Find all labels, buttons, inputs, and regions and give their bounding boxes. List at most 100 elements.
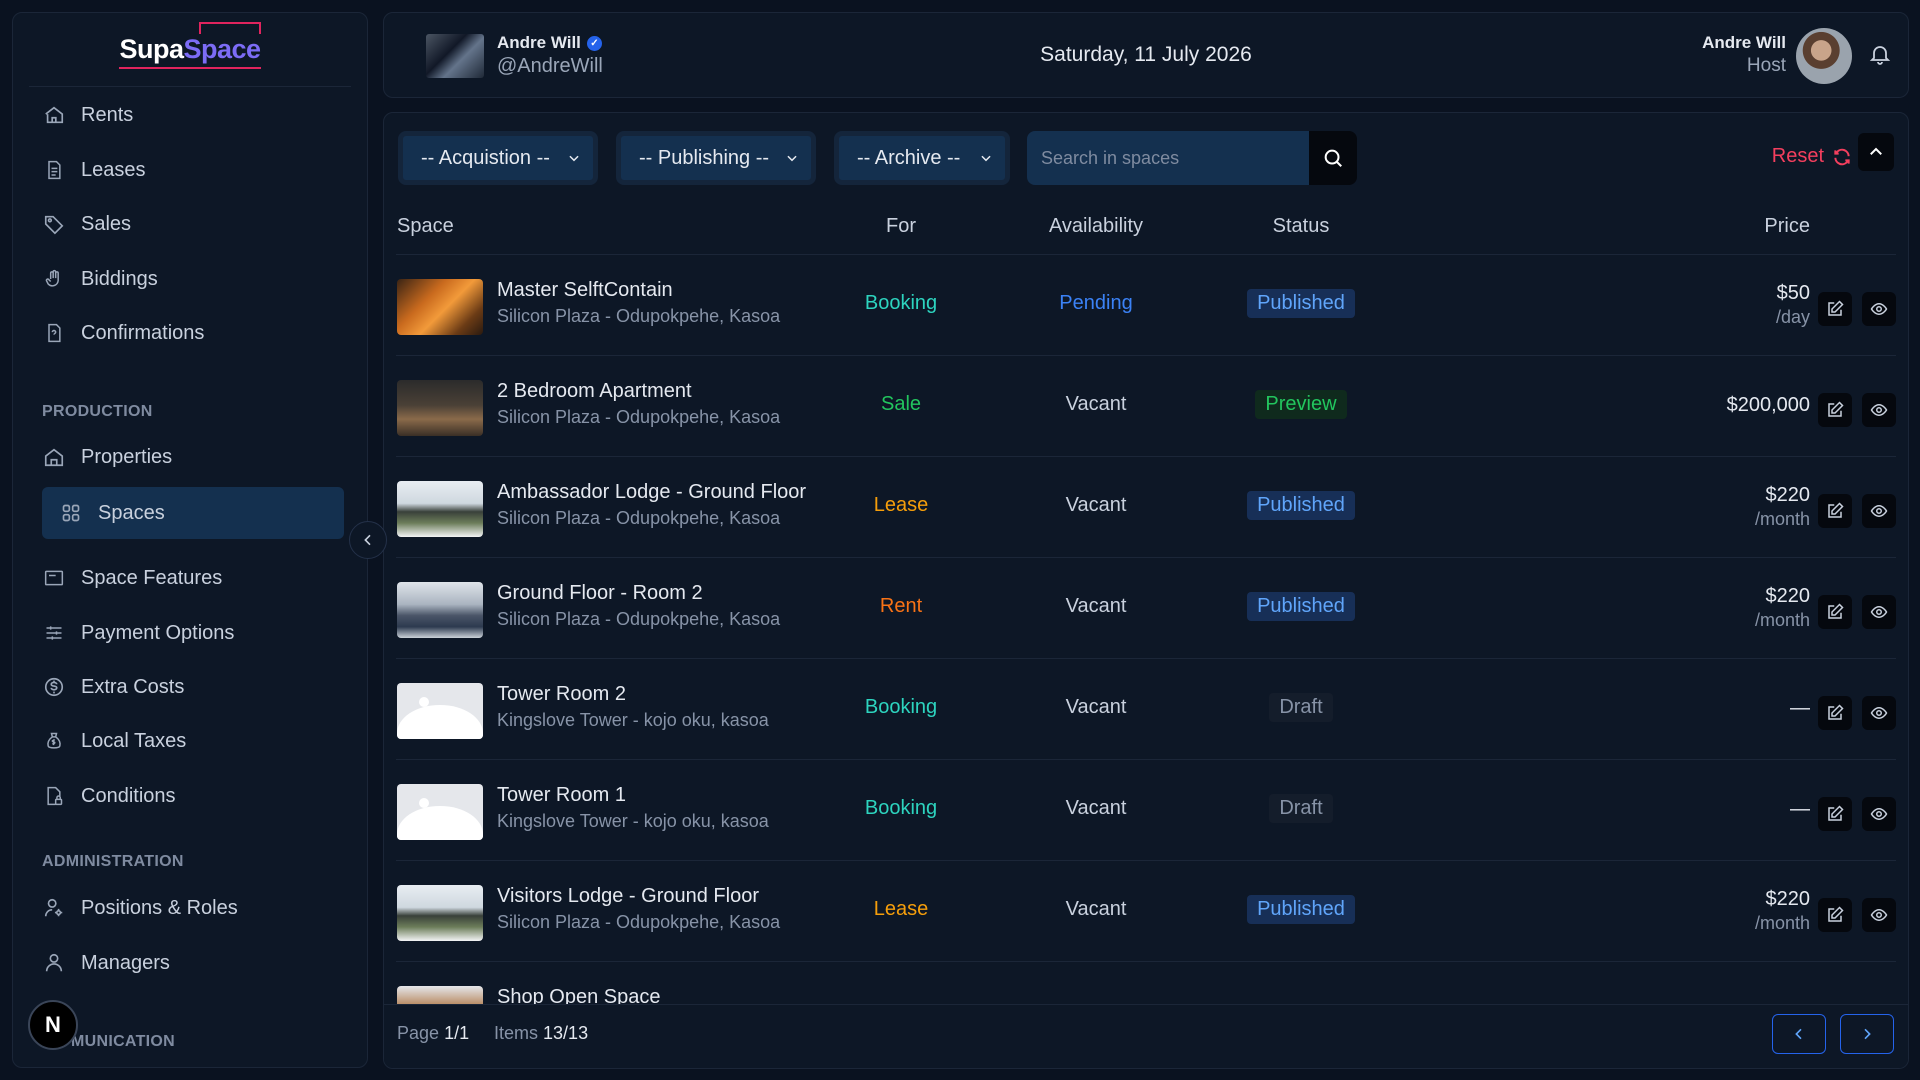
edit-button[interactable]	[1818, 797, 1852, 831]
eye-icon	[1870, 504, 1888, 518]
brand-part1: Supa	[119, 34, 184, 64]
publishing-filter-select[interactable]: -- Publishing --	[616, 131, 816, 185]
sidebar-item-label: Sales	[81, 212, 132, 235]
chevron-right-icon	[1864, 1028, 1871, 1040]
sidebar-item-extra-costs[interactable]: Extra Costs	[41, 667, 341, 707]
space-title: Master SelftContain	[497, 279, 673, 301]
prev-page-button[interactable]	[1772, 1014, 1826, 1054]
section-label-administration: ADMINISTRATION	[42, 853, 184, 870]
sidebar-item-positions-roles[interactable]: Positions & Roles	[41, 888, 341, 928]
edit-icon	[1828, 300, 1844, 316]
search-input[interactable]	[1027, 131, 1309, 185]
sidebar-item-local-taxes[interactable]: Local Taxes	[41, 721, 341, 761]
space-availability: Pending	[1059, 292, 1133, 314]
view-button[interactable]	[1862, 696, 1896, 730]
space-location: Silicon Plaza - Odupokpehe, Kasoa	[497, 912, 781, 932]
edit-button[interactable]	[1818, 494, 1852, 528]
view-button[interactable]	[1862, 393, 1896, 427]
view-button[interactable]	[1862, 898, 1896, 932]
sidebar: SupaSpace Rents Leases Sales Biddings Co…	[12, 12, 368, 1068]
sidebar-item-label: Spaces	[98, 501, 165, 524]
space-title: Visitors Lodge - Ground Floor	[497, 885, 759, 907]
column-header-availability[interactable]: Availability	[1016, 215, 1176, 238]
page-indicator: Page 1/1	[397, 1023, 469, 1044]
space-availability: Vacant	[1065, 696, 1127, 718]
price-period: /month	[1754, 610, 1810, 630]
sidebar-collapse-button[interactable]	[349, 521, 387, 559]
space-title: Tower Room 2	[497, 683, 626, 705]
archive-filter-select[interactable]: -- Archive --	[834, 131, 1010, 185]
space-thumbnail	[397, 582, 483, 638]
space-for: Booking	[864, 797, 938, 819]
sidebar-item-managers[interactable]: Managers	[41, 943, 341, 983]
search-button[interactable]	[1309, 131, 1357, 185]
sidebar-item-spaces[interactable]: Spaces	[42, 487, 344, 539]
next-page-button[interactable]	[1840, 1014, 1894, 1054]
sidebar-item-label: Positions & Roles	[81, 896, 238, 919]
section-label-communication: MUNICATION	[71, 1033, 176, 1050]
space-location: Kingslove Tower - kojo oku, kasoa	[497, 811, 769, 831]
edit-icon	[1828, 502, 1844, 518]
brand-logo[interactable]: SupaSpace	[29, 13, 351, 87]
column-header-space[interactable]: Space	[397, 215, 454, 238]
edit-button[interactable]	[1818, 595, 1852, 629]
sidebar-item-payment-options[interactable]: Payment Options	[41, 613, 341, 653]
user-name: Andre Will	[1702, 33, 1786, 52]
sidebar-item-sales[interactable]: Sales	[41, 204, 341, 244]
column-header-status[interactable]: Status	[1206, 215, 1396, 238]
sidebar-item-leases[interactable]: Leases	[41, 150, 341, 190]
status-badge: Preview	[1255, 390, 1347, 419]
page-label: Page	[397, 1023, 440, 1043]
table-row[interactable]: Tower Room 1 Kingslove Tower - kojo oku,…	[396, 760, 1896, 861]
status-badge: Published	[1247, 592, 1355, 621]
hand-icon	[41, 266, 67, 292]
reset-button[interactable]: Reset	[1772, 145, 1852, 168]
chevron-down-icon	[981, 155, 991, 162]
view-button[interactable]	[1862, 494, 1896, 528]
edit-button[interactable]	[1818, 898, 1852, 932]
space-availability: Vacant	[1065, 898, 1127, 920]
sidebar-item-biddings[interactable]: Biddings	[41, 259, 341, 299]
sidebar-item-conditions[interactable]: Conditions	[41, 776, 341, 816]
column-header-for[interactable]: For	[841, 215, 961, 238]
sidebar-item-properties[interactable]: Properties	[41, 437, 341, 477]
acquisition-filter-select[interactable]: -- Acquistion --	[398, 131, 598, 185]
sidebar-item-label: Payment Options	[81, 621, 235, 644]
table-row[interactable]: Master SelftContain Silicon Plaza - Odup…	[396, 255, 1896, 356]
sidebar-item-label: Local Taxes	[81, 729, 187, 752]
notification-bell-icon[interactable]	[1868, 41, 1892, 72]
table-row[interactable]: Tower Room 2 Kingslove Tower - kojo oku,…	[396, 659, 1896, 760]
price-value: $220	[1765, 888, 1811, 910]
sidebar-item-label: Space Features	[81, 566, 223, 589]
space-availability: Vacant	[1065, 595, 1127, 617]
sidebar-item-space-features[interactable]: Space Features	[41, 558, 341, 598]
items-indicator: Items 13/13	[494, 1023, 588, 1044]
sliders-icon	[41, 620, 67, 646]
space-for: Lease	[873, 494, 929, 516]
column-header-price[interactable]: Price	[1764, 215, 1810, 238]
space-title: 2 Bedroom Apartment	[497, 380, 692, 402]
edit-button[interactable]	[1818, 393, 1852, 427]
page-value: 1/1	[444, 1023, 470, 1043]
table-row[interactable]: Ground Floor - Room 2 Silicon Plaza - Od…	[396, 558, 1896, 659]
eye-icon	[1870, 908, 1888, 922]
collapse-filters-button[interactable]	[1858, 133, 1894, 171]
view-button[interactable]	[1862, 595, 1896, 629]
price-period: /month	[1754, 509, 1810, 529]
view-button[interactable]	[1862, 292, 1896, 326]
table-row[interactable]: Ambassador Lodge - Ground Floor Silicon …	[396, 457, 1896, 558]
sidebar-item-rents[interactable]: Rents	[41, 95, 341, 135]
sidebar-item-label: Managers	[81, 951, 170, 974]
sidebar-item-confirmations[interactable]: Confirmations	[41, 313, 341, 353]
user-info[interactable]: Andre Will Host	[1702, 33, 1786, 77]
panel-icon	[41, 565, 67, 591]
n-badge[interactable]: N	[28, 1000, 78, 1050]
table-row[interactable]: Visitors Lodge - Ground Floor Silicon Pl…	[396, 861, 1896, 962]
status-badge: Published	[1247, 289, 1355, 318]
table-row[interactable]: 2 Bedroom Apartment Silicon Plaza - Odup…	[396, 356, 1896, 457]
edit-button[interactable]	[1818, 292, 1852, 326]
edit-button[interactable]	[1818, 696, 1852, 730]
avatar[interactable]	[1796, 28, 1852, 84]
view-button[interactable]	[1862, 797, 1896, 831]
price-value: $220	[1765, 484, 1811, 506]
